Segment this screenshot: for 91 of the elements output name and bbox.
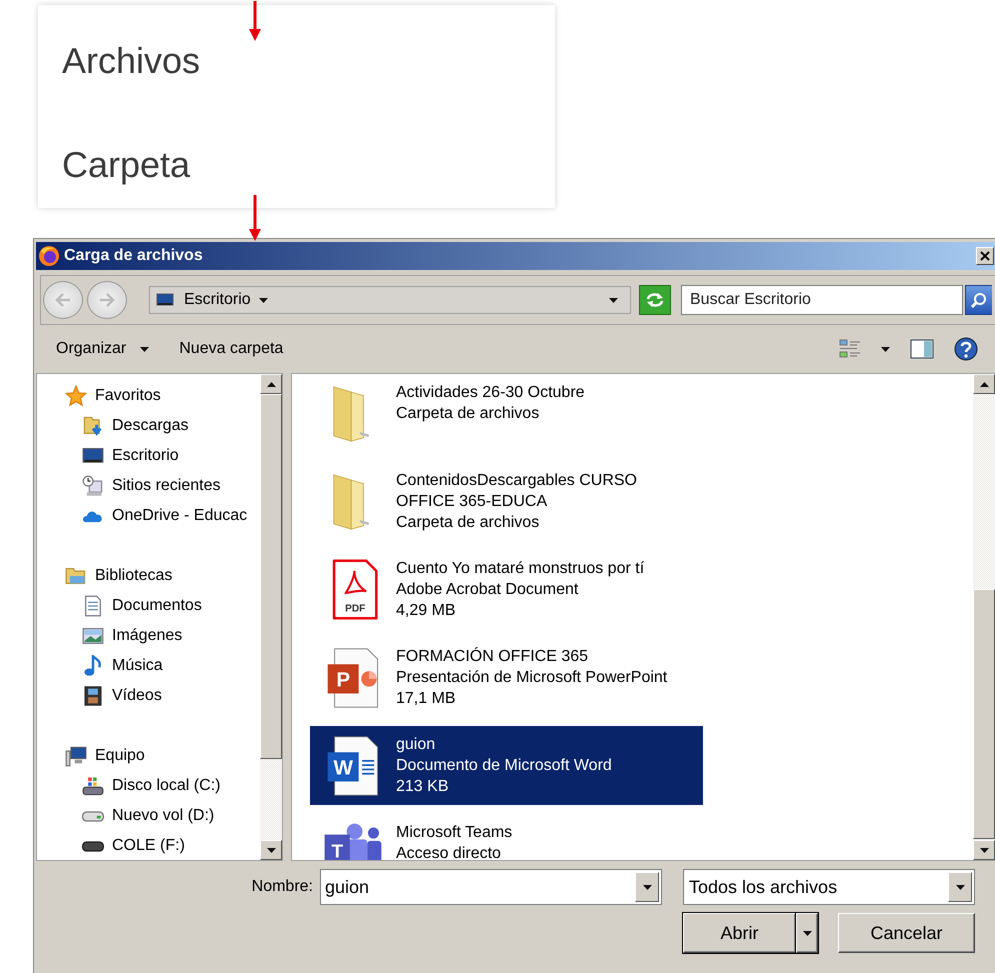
close-button[interactable] <box>976 247 994 265</box>
caret-icon <box>956 884 964 890</box>
drive-icon <box>82 840 104 852</box>
file-size: 213 KB <box>396 777 450 797</box>
scrollbar[interactable] <box>260 374 282 860</box>
hard-drive-icon <box>82 775 104 797</box>
scrollbar-thumb[interactable] <box>260 394 282 759</box>
window-title: Carga de archivos <box>64 247 203 265</box>
nav-item[interactable]: Equipo <box>37 741 260 771</box>
nav-item[interactable]: Descargas <box>37 411 260 441</box>
document-icon <box>82 595 104 617</box>
search-icon <box>971 292 987 308</box>
nav-item[interactable]: Favoritos <box>37 381 260 411</box>
drive-icon <box>82 810 104 822</box>
nav-item[interactable]: Sitios recientes <box>37 471 260 501</box>
landscape-picture-icon <box>82 625 104 647</box>
music-note-icon <box>82 655 104 677</box>
file-type: Carpeta de archivos <box>396 404 540 424</box>
computer-icon <box>65 745 87 767</box>
caret-icon <box>802 930 812 936</box>
filename-label: Nombre: <box>252 878 313 896</box>
down-arrow <box>249 195 261 241</box>
file-item[interactable]: PDF Cuento Yo mataré monstruos por tí Adobe Acrobat Document 4,29 MB <box>310 550 703 629</box>
down-arrow <box>249 1 261 41</box>
file-name: Actividades 26-30 Octubre <box>396 383 586 403</box>
nav-item[interactable]: COLE (F:) <box>37 831 260 860</box>
file-item[interactable]: T Microsoft Teams Acceso directo <box>310 814 703 860</box>
close-icon <box>980 251 990 261</box>
star-icon <box>65 385 87 407</box>
nav-item[interactable]: Nuevo vol (D:) <box>37 801 260 831</box>
file-name: guion <box>396 735 436 755</box>
fox-logo-icon <box>38 245 60 267</box>
scrollbar-thumb[interactable] <box>973 589 995 839</box>
open-button[interactable]: Abrir <box>683 913 796 953</box>
cancel-button[interactable]: Cancelar <box>838 913 975 953</box>
left-arrow-icon <box>55 293 71 307</box>
file-item[interactable]: Actividades 26-30 Octubre Carpeta de archivos <box>310 374 703 453</box>
menu-item[interactable]: Carpeta <box>38 115 555 215</box>
caret-icon <box>609 298 618 302</box>
file-type: Adobe Acrobat Document <box>396 580 580 600</box>
nav-item[interactable]: Bibliotecas <box>37 561 260 591</box>
search-field[interactable]: Buscar Escritorio <box>681 285 963 315</box>
nav-item[interactable]: Escritorio <box>37 441 260 471</box>
dropdown-button[interactable] <box>635 872 659 902</box>
nav-item[interactable]: Música <box>37 651 260 681</box>
address-bar[interactable]: Escritorio <box>149 286 631 314</box>
nav-item[interactable]: Disco local (C:) <box>37 771 260 801</box>
file-name: ContenidosDescargables CURSO OFFICE 365-EDUCA <box>396 471 638 512</box>
caret-icon <box>140 346 150 352</box>
caret-icon <box>258 298 268 302</box>
file-item[interactable]: ContenidosDescargables CURSO OFFICE 365-EDUCA Carpeta de archivos <box>310 462 703 541</box>
nav-item[interactable]: OneDrive - Educac <box>37 501 260 531</box>
new-folder-button[interactable]: Nueva carpeta <box>173 336 290 362</box>
file-type: Carpeta de archivos <box>396 513 540 533</box>
scroll-up-arrow-icon[interactable] <box>980 382 988 386</box>
folder-download-icon <box>82 415 104 437</box>
menu-item[interactable]: Archivos <box>38 25 555 115</box>
file-name: FORMACIÓN OFFICE 365 <box>396 646 590 667</box>
nav-item[interactable]: Imágenes <box>37 621 260 651</box>
help-icon <box>954 337 978 361</box>
file-size: 4,29 MB <box>396 601 457 621</box>
open-options-button[interactable] <box>796 913 818 953</box>
refresh-button[interactable] <box>639 285 671 315</box>
caret-icon <box>642 884 652 890</box>
file-type: Acceso directo <box>396 844 502 860</box>
nav-item[interactable]: Documentos <box>37 591 260 621</box>
file-size: 17,1 MB <box>396 689 457 709</box>
organize-menu[interactable]: Organizar <box>50 336 156 362</box>
file-item[interactable]: W guion Documento de Microsoft Word 213 KB <box>310 726 703 805</box>
view-list-icon <box>839 339 861 359</box>
file-type: Documento de Microsoft Word <box>396 756 613 776</box>
scroll-down-arrow-icon[interactable] <box>980 848 988 852</box>
file-item[interactable]: P FORMACIÓN OFFICE 365 Presentación de Microsoft PowerPoint 17,1 MB <box>310 638 703 717</box>
scroll-down-arrow-icon[interactable] <box>266 848 276 852</box>
scrollbar[interactable] <box>973 374 995 860</box>
file-type: Presentación de Microsoft PowerPoint <box>396 668 668 688</box>
refresh-arrows-icon <box>645 291 665 309</box>
scroll-up-arrow-icon[interactable] <box>266 382 276 386</box>
file-name: Microsoft Teams <box>396 823 514 843</box>
clock-document-icon <box>82 475 104 497</box>
filename-combo-box[interactable]: guion <box>320 869 662 905</box>
nav-item[interactable]: Vídeos <box>37 681 260 711</box>
address-location: Escritorio <box>184 291 251 309</box>
folder-icon <box>65 565 87 587</box>
search-button[interactable] <box>965 285 992 315</box>
caret-icon <box>881 346 890 352</box>
file-type-dropdown[interactable]: Todos los archivos <box>683 869 975 905</box>
film-strip-icon <box>82 685 104 707</box>
right-arrow-icon <box>99 293 115 307</box>
file-name: Cuento Yo mataré monstruos por tí <box>396 559 646 579</box>
pane-icon <box>910 339 934 359</box>
